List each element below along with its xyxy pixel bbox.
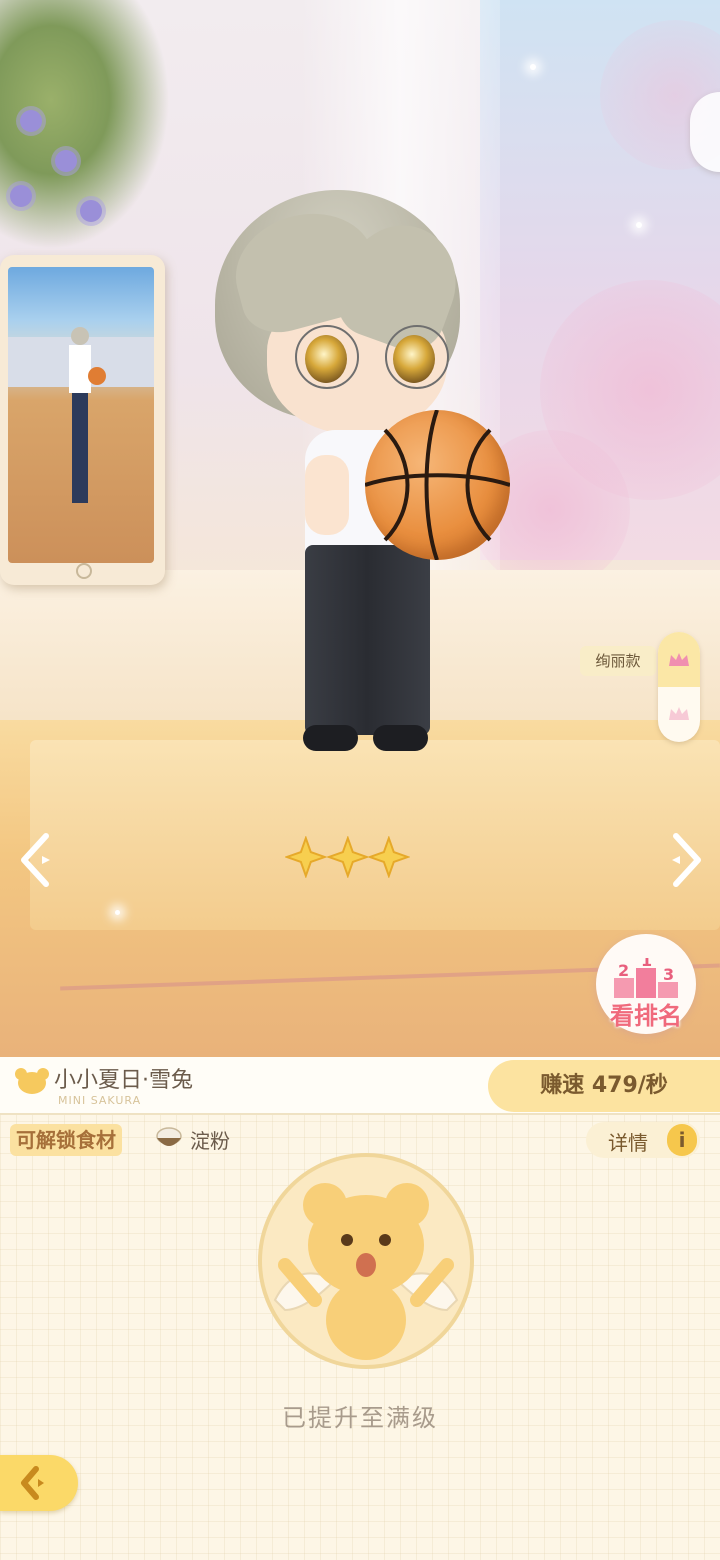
ranking-button[interactable]: 2 1 3 看排名 [596, 934, 696, 1034]
glasses [385, 325, 449, 389]
back-button[interactable] [0, 1455, 78, 1511]
left-arrow-icon[interactable] [16, 830, 60, 890]
chibi-character[interactable] [205, 185, 515, 765]
right-arrow-icon[interactable] [662, 830, 706, 890]
podium-rank-2: 2 [618, 961, 629, 980]
info-icon[interactable]: i [667, 1124, 697, 1156]
ingredient-name: 淀粉 [190, 1129, 230, 1153]
max-level-status: 已提升至满级 [282, 1404, 438, 1432]
style-label: 绚丽款 [580, 646, 656, 676]
ranking-label: 看排名 [610, 1002, 682, 1030]
flower [10, 185, 32, 207]
details-label: 详情 [608, 1131, 648, 1155]
flower [55, 150, 77, 172]
style-selector[interactable] [658, 632, 700, 742]
star-rating [285, 836, 411, 880]
character-arm [305, 455, 349, 535]
bear-head-icon [15, 1068, 49, 1094]
unlockable-ingredient-tag: 可解锁食材 [10, 1124, 122, 1156]
tablet-photo [0, 255, 165, 585]
sparkle [115, 910, 120, 915]
crown-icon[interactable] [667, 704, 691, 724]
tablet-screen [8, 267, 154, 563]
podium-rank-3: 3 [663, 965, 674, 984]
kero-medal-icon [258, 1153, 474, 1369]
character-shoe [303, 725, 358, 751]
character-shoe [373, 725, 428, 751]
photo-character [68, 327, 92, 527]
starch-bowl-icon [156, 1127, 182, 1146]
character-pants [305, 545, 430, 735]
earning-speed: 赚速 479/秒 [488, 1060, 720, 1112]
star-icon [285, 836, 327, 878]
star-icon [368, 836, 411, 878]
crown-icon [669, 653, 689, 666]
flower [20, 110, 42, 132]
character-subtitle: MINI SAKURA [58, 1094, 142, 1107]
glasses [295, 325, 359, 389]
sparkle [636, 222, 642, 228]
character-scene: 绚丽款 2 1 3 看排名 [0, 0, 720, 1057]
star-icon [326, 836, 369, 878]
tablet-home-button [76, 563, 92, 579]
flower [80, 200, 102, 222]
podium-icon: 2 1 3 [614, 958, 678, 998]
character-name: 小小夏日·雪兔 [54, 1068, 193, 1093]
photo-basketball [88, 367, 106, 385]
table-top [30, 740, 720, 930]
podium-rank-1: 1 [641, 958, 652, 970]
sparkle [530, 64, 536, 70]
back-icon [21, 1466, 44, 1500]
basketball-icon [365, 410, 510, 560]
